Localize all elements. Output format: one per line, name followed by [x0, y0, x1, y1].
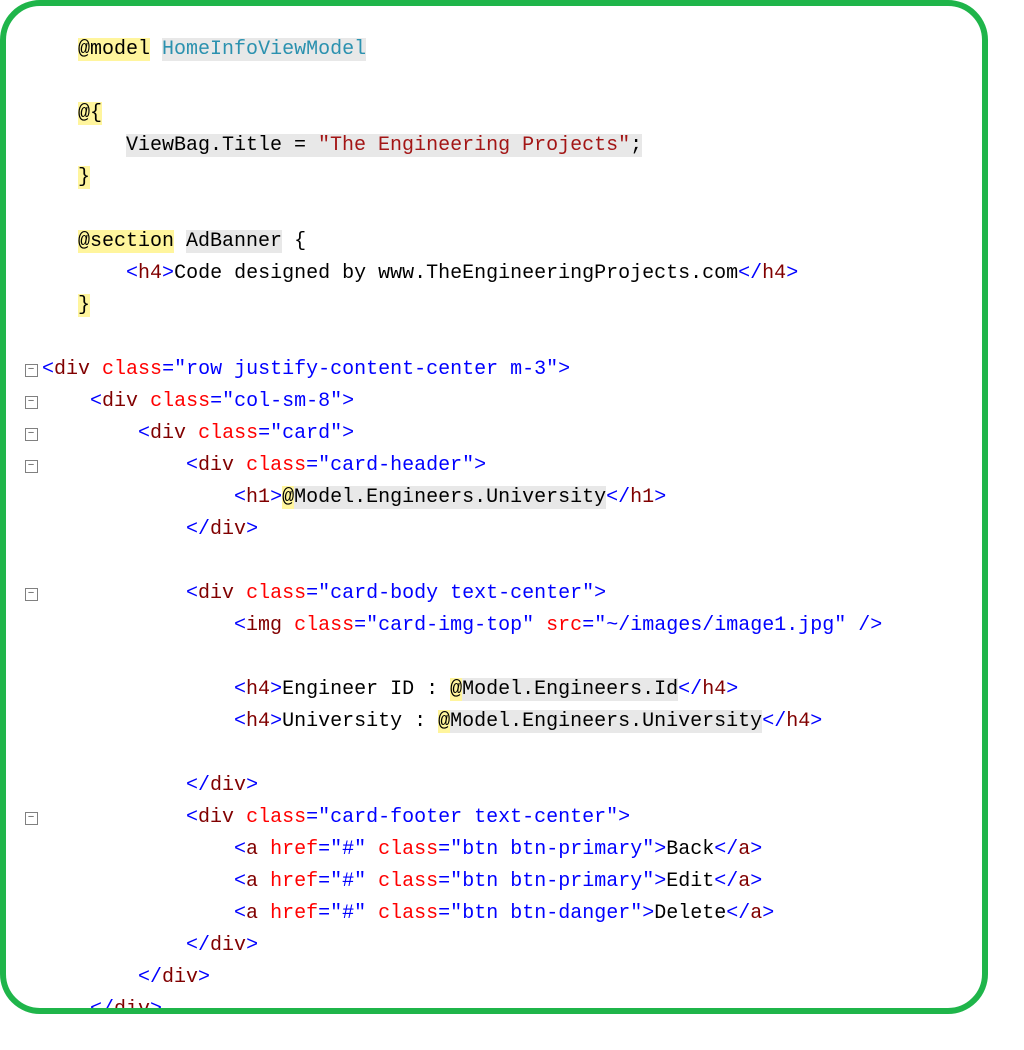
code-content[interactable]: @model HomeInfoViewModel @{ ViewBag.Titl… — [42, 34, 882, 1014]
code-editor: − − − − − − @model HomeInfoViewModel @{ — [20, 34, 964, 1014]
razor-section-keyword: @section — [78, 230, 174, 253]
fold-toggle-icon[interactable]: − — [25, 812, 38, 825]
fold-gutter: − − − − − − — [20, 34, 42, 1014]
code-frame: − − − − − − @model HomeInfoViewModel @{ — [0, 0, 988, 1014]
fold-toggle-icon[interactable]: − — [25, 428, 38, 441]
razor-block-close: } — [78, 294, 90, 317]
type-name: HomeInfoViewModel — [162, 38, 366, 61]
fold-toggle-icon[interactable]: − — [25, 460, 38, 473]
razor-block-close: } — [78, 166, 90, 189]
code-statement: ViewBag.Title = "The Engineering Project… — [126, 134, 642, 157]
razor-block-open: @{ — [78, 102, 102, 125]
fold-toggle-icon[interactable]: − — [25, 396, 38, 409]
razor-model-keyword: @model — [78, 38, 150, 61]
fold-toggle-icon[interactable]: − — [25, 364, 38, 377]
fold-toggle-icon[interactable]: − — [25, 588, 38, 601]
section-name: AdBanner — [186, 230, 282, 253]
